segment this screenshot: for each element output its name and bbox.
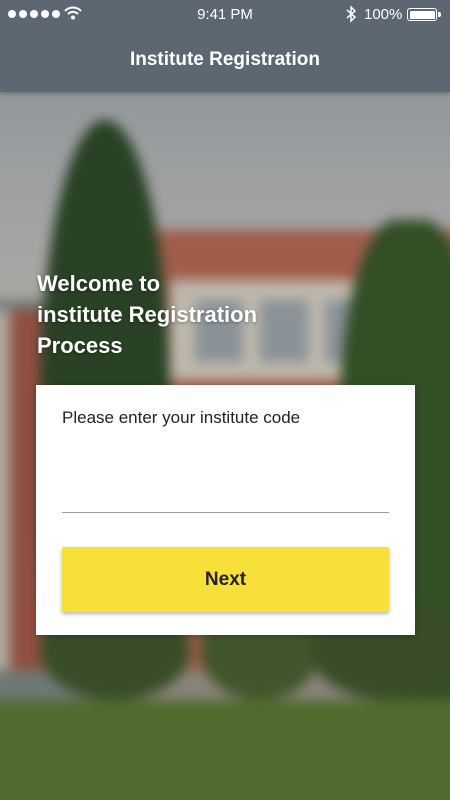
institute-code-label: Please enter your institute code	[62, 408, 301, 427]
welcome-line-2: institute Registration	[37, 302, 258, 327]
page-title: Institute Registration	[129, 49, 320, 70]
battery-icon	[407, 8, 441, 21]
bluetooth-icon	[345, 5, 357, 27]
welcome-heading: Welcome to institute Registration Proces…	[37, 268, 337, 361]
status-bar: 9:41 PM 100%	[0, 0, 450, 30]
welcome-line-3: Process	[37, 333, 123, 358]
next-button[interactable]: Next	[62, 547, 389, 612]
registration-card: Please enter your institute code Next	[36, 385, 415, 635]
app-header: Institute Registration	[0, 30, 450, 92]
institute-code-input[interactable]	[62, 447, 389, 513]
welcome-line-1: Welcome to	[37, 271, 161, 296]
battery-percent: 100%	[364, 6, 403, 23]
